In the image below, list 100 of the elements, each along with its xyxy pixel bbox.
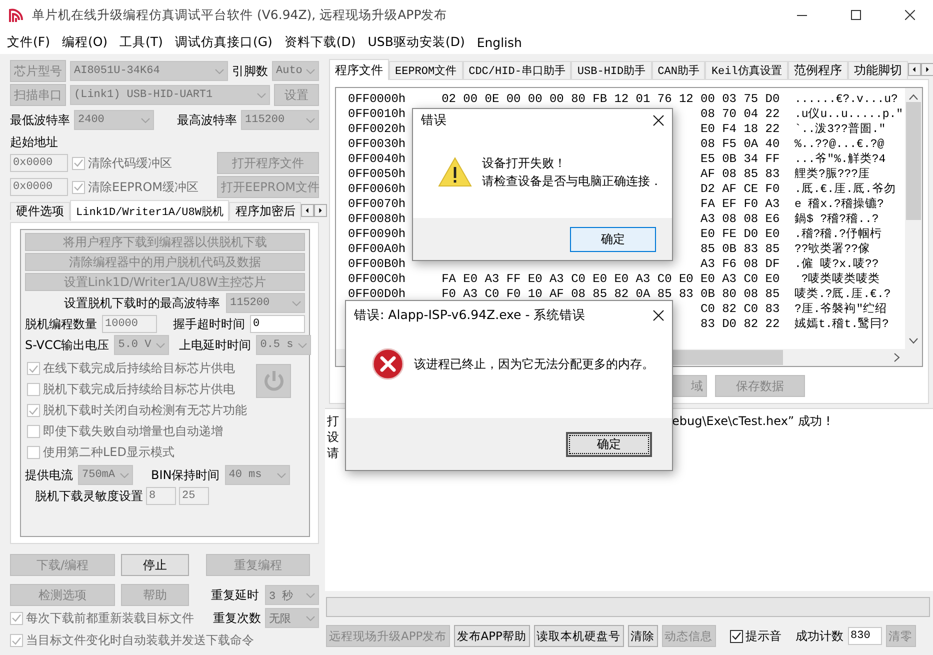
hex-byte: 70: [722, 107, 736, 122]
tab[interactable]: EEPROM文件: [389, 61, 463, 79]
dropdown[interactable]: Auto: [272, 61, 319, 81]
hex-byte: FB: [592, 92, 608, 107]
hex-byte: D0: [744, 227, 758, 242]
hex-byte: A3: [549, 272, 564, 287]
tab[interactable]: CAN助手: [652, 61, 706, 79]
caret-icon: [306, 592, 315, 598]
dialog-message: 设备打开失败！: [482, 154, 567, 172]
hex-byte: 12: [678, 92, 694, 107]
menu-item[interactable]: 调试仿真接口(G): [168, 32, 278, 52]
hex-byte: 12: [614, 92, 629, 107]
hex-address: 0FF00B0h: [348, 257, 407, 272]
dropdown[interactable]: 750mA: [78, 465, 133, 485]
close-icon[interactable]: [653, 114, 664, 126]
ok-button[interactable]: 确定: [566, 432, 652, 456]
field-label: 提供电流: [25, 468, 73, 482]
input-field[interactable]: 0x0000: [10, 178, 68, 196]
tab[interactable]: USB-HID助手: [571, 61, 652, 79]
dropdown[interactable]: AI8051U-34K64: [70, 61, 228, 81]
dropdown[interactable]: 3 秒: [265, 585, 319, 605]
menu-item[interactable]: 资料下载(D): [278, 32, 362, 52]
hex-byte: EF: [722, 197, 736, 212]
field-label: 设置脱机下载时的最高波特率: [64, 296, 220, 310]
checkbox-label: 即使下载失败自动增量也自动递增: [43, 423, 223, 440]
log-line: 打: [327, 413, 339, 429]
tab[interactable]: 程序文件: [329, 59, 389, 80]
button[interactable]: 读取本机硬盘号: [534, 625, 624, 647]
field-label: 上电延时时间: [179, 338, 252, 352]
scroll-right-icon[interactable]: [920, 62, 933, 76]
hex-byte: F0: [744, 197, 758, 212]
input-field[interactable]: 0x0000: [10, 154, 68, 172]
scroll-right-icon[interactable]: [314, 204, 328, 216]
scroll-left-icon[interactable]: [301, 204, 314, 216]
hex-byte: 75: [744, 92, 758, 107]
hex-address: 0FF0050h: [348, 167, 407, 182]
caret-icon: [306, 118, 315, 122]
tab[interactable]: Link1D/Writer1A/U8W脱机: [70, 200, 230, 221]
close-icon[interactable]: [653, 310, 664, 320]
menu-item[interactable]: USB驱动安装(D): [362, 32, 471, 52]
scroll-down-icon[interactable]: [909, 338, 918, 344]
dropdown[interactable]: 5.0 V: [114, 335, 170, 355]
checkbox-label: 使用第二种LED显示模式: [43, 444, 175, 461]
tab[interactable]: 功能脚切: [848, 61, 908, 79]
hex-address: 0FF00A0h: [348, 242, 407, 257]
field-label: 脱机编程数量: [25, 316, 97, 332]
field-label: 引脚数: [232, 64, 268, 78]
dropdown[interactable]: 0.5 s: [256, 335, 312, 355]
hex-byte: 80: [722, 287, 736, 302]
button[interactable]: 停止: [121, 554, 189, 576]
field-label: 重复延时: [211, 588, 259, 602]
tab[interactable]: 程序加密后: [229, 202, 302, 220]
dialog-message: 该进程已终止，因为它无法分配更多的内存。: [414, 356, 654, 372]
hex-byte: C0: [657, 272, 672, 287]
dropdown[interactable]: (Link1) USB-HID-UART1: [70, 85, 270, 105]
checkbox[interactable]: [730, 630, 742, 642]
hex-byte: 08: [722, 167, 736, 182]
dialog-title: 错误: [421, 112, 447, 128]
hex-byte: 83: [678, 287, 694, 302]
menu-item[interactable]: 文件(F): [1, 32, 56, 52]
field-label: 成功计数: [796, 628, 844, 644]
caret-icon: [120, 472, 129, 478]
tab[interactable]: CDC/HID-串口助手: [462, 61, 572, 79]
checkbox-label: 脱机下载完成后持续给目标芯片供电: [43, 381, 235, 398]
field-label: 握手超时时间: [173, 316, 245, 332]
scroll-right-icon[interactable]: [894, 353, 900, 362]
hex-ascii: ?唛类唛类唛类: [800, 272, 882, 287]
input-field[interactable]: 0: [250, 315, 305, 333]
hex-byte: DF: [765, 257, 780, 272]
menu-item[interactable]: 工具(T): [114, 32, 169, 52]
menu-item[interactable]: English: [470, 32, 528, 52]
input-field[interactable]: 10000: [102, 315, 157, 333]
hex-ascii: `..泼3??普圄.": [794, 122, 887, 137]
dropdown[interactable]: 115200: [226, 293, 305, 313]
button[interactable]: 清除: [628, 625, 658, 647]
log-line: 设: [327, 429, 339, 445]
caret-icon: [292, 300, 301, 306]
button[interactable]: 发布APP帮助: [454, 625, 530, 647]
scrollbar-thumb[interactable]: [906, 102, 921, 220]
hex-ascii: .厎.€.厓.厎.爷勿: [794, 182, 897, 197]
dropdown[interactable]: 115200: [241, 110, 319, 130]
tab[interactable]: Keil仿真设置: [705, 61, 788, 79]
dropdown[interactable]: 无限: [265, 608, 319, 628]
tab[interactable]: 范例程序: [788, 61, 848, 79]
input-field[interactable]: 8: [146, 487, 176, 505]
input-field[interactable]: 830: [848, 627, 882, 645]
dropdown[interactable]: 2400: [74, 110, 154, 130]
dropdown[interactable]: 40 ms: [224, 465, 290, 485]
error-icon: [372, 348, 404, 380]
tab[interactable]: 硬件选项: [10, 202, 70, 220]
caret-icon: [298, 342, 308, 348]
menu-item[interactable]: 编程(O): [56, 32, 114, 52]
scroll-up-icon[interactable]: [909, 94, 918, 100]
ok-button[interactable]: 确定: [570, 226, 656, 252]
hex-address: 0FF0000h: [348, 92, 407, 107]
scroll-left-icon[interactable]: [908, 62, 921, 76]
hex-byte: AF: [722, 182, 736, 197]
input-field[interactable]: 25: [179, 487, 209, 505]
field-label: 脱机下载灵敏度设置: [35, 488, 143, 504]
hex-byte: 22: [765, 122, 780, 137]
